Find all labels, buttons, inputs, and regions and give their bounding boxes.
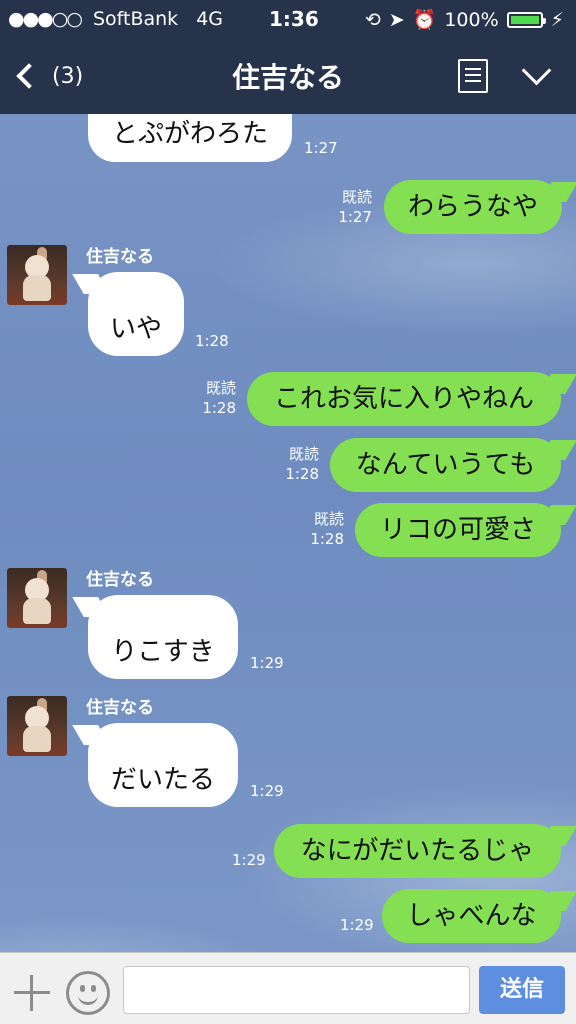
message-bubble-outgoing[interactable]: リコの可愛さ — [355, 503, 561, 557]
status-bar: ●●●○○ SoftBank 4G 1:36 ⟲ ➤ ⏰ 100% ⚡ — [0, 0, 576, 38]
plus-icon[interactable] — [14, 975, 50, 1011]
message-input[interactable] — [123, 966, 470, 1014]
read-label: 既読 — [288, 445, 319, 463]
message-bubble-incoming[interactable]: いや — [88, 272, 184, 356]
message-text: いや — [109, 314, 162, 344]
message-time: 1:28 — [195, 332, 229, 350]
rotation-lock-icon: ⟲ — [364, 8, 381, 31]
message-time: 1:27 — [338, 208, 372, 226]
signal-icon: ●●●○○ — [8, 8, 83, 30]
avatar[interactable] — [7, 568, 67, 628]
avatar[interactable] — [7, 245, 67, 305]
message-time: 1:29 — [250, 782, 284, 800]
location-icon: ➤ — [388, 8, 405, 31]
message-time: 1:28 — [202, 399, 236, 417]
read-label: 既読 — [341, 188, 372, 206]
status-right: ⟲ ➤ ⏰ 100% ⚡ — [364, 8, 564, 32]
status-time: 1:36 — [269, 7, 319, 31]
chat-header: (3) 住吉なる — [0, 38, 576, 114]
message-text: わらうなや — [407, 192, 538, 222]
battery-icon — [506, 11, 546, 28]
send-button[interactable]: 送信 — [479, 966, 565, 1014]
message-bubble-incoming[interactable]: だいたる — [88, 723, 238, 807]
message-bubble-outgoing[interactable]: しゃべんな — [382, 889, 561, 943]
carrier-name: SoftBank — [92, 8, 179, 30]
message-text: しゃべんな — [406, 901, 537, 931]
message-text: りこすき — [111, 637, 215, 667]
message-bubble-outgoing[interactable]: わらうなや — [384, 180, 562, 234]
message-time: 1:28 — [285, 465, 319, 483]
message-time: 1:29 — [340, 916, 374, 934]
message-time: 1:28 — [310, 530, 344, 548]
emoji-icon[interactable] — [66, 971, 110, 1015]
message-time: 1:29 — [250, 654, 284, 672]
message-text: なにがだいたるじゃ — [300, 836, 535, 866]
message-bubble-incoming[interactable]: りこすき — [88, 595, 238, 679]
sender-name: 住吉なる — [86, 698, 154, 718]
message-bubble-outgoing[interactable]: なんていうても — [330, 438, 561, 492]
message-text: リコの可愛さ — [379, 515, 536, 545]
line-chat-screen: ●●●○○ SoftBank 4G 1:36 ⟲ ➤ ⏰ 100% ⚡ (3) … — [0, 0, 576, 1024]
chat-title: 住吉なる — [231, 61, 344, 94]
network-type: 4G — [196, 8, 224, 30]
message-text: とぷがわろた — [111, 119, 268, 149]
status-left: ●●●○○ SoftBank 4G — [8, 8, 223, 30]
battery-percent: 100% — [444, 8, 499, 31]
message-time: 1:27 — [304, 139, 338, 157]
avatar[interactable] — [7, 696, 67, 756]
sender-name: 住吉なる — [86, 570, 154, 590]
read-receipt: 既読 1:27 — [312, 187, 372, 227]
chat-area[interactable]: とぷがわろた 1:27 既読 1:27 わらうなや 住吉なる いや 1:28 既… — [0, 114, 576, 952]
read-label: 既読 — [205, 379, 236, 397]
alarm-icon: ⏰ — [412, 9, 437, 31]
note-icon[interactable] — [458, 59, 488, 93]
read-label: 既読 — [313, 510, 344, 528]
message-time: 1:29 — [232, 851, 266, 869]
message-text: だいたる — [110, 765, 215, 795]
message-bubble-outgoing[interactable]: これお気に入りやねん — [247, 372, 561, 426]
message-input-bar: 送信 — [0, 952, 576, 1024]
sender-name: 住吉なる — [86, 247, 154, 267]
message-bubble-incoming[interactable]: とぷがわろた — [88, 114, 292, 162]
read-receipt: 既読 1:28 — [284, 509, 344, 549]
read-receipt: 既読 1:28 — [176, 378, 236, 418]
message-text: なんていうても — [355, 450, 536, 480]
charging-icon: ⚡ — [550, 8, 564, 31]
message-bubble-outgoing[interactable]: なにがだいたるじゃ — [274, 824, 561, 878]
read-receipt: 既読 1:28 — [259, 444, 319, 484]
message-text: これお気に入りやねん — [273, 384, 534, 414]
